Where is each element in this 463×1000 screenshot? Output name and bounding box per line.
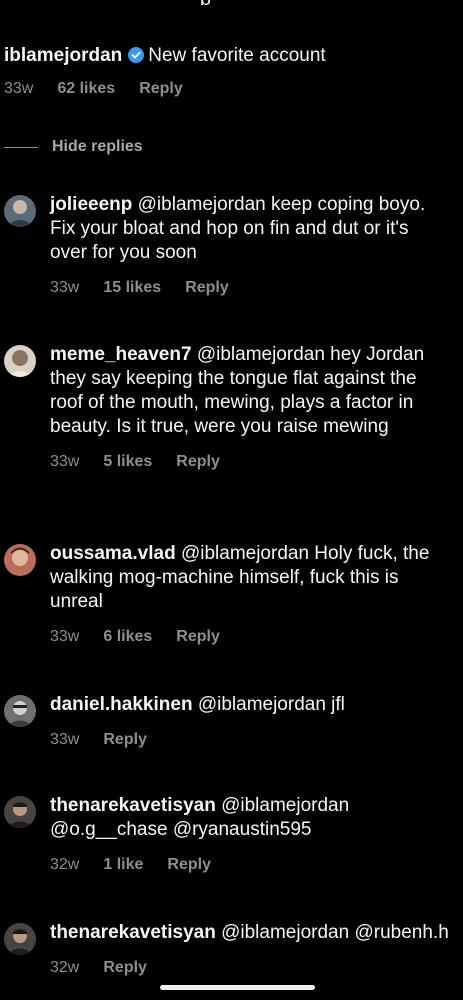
comment-meta: 33w 6 likes Reply bbox=[50, 628, 450, 646]
cropped-glyph: ɒ bbox=[200, 0, 211, 8]
likes-count[interactable]: 1 like bbox=[103, 856, 143, 874]
avatar[interactable] bbox=[4, 345, 36, 377]
comment-username[interactable]: thenarekavetisyan bbox=[50, 795, 216, 816]
reply-line: thenarekavetisyan @iblamejordan @rubenh.… bbox=[50, 921, 450, 945]
reply-button[interactable]: Reply bbox=[103, 959, 147, 977]
comment-text: @iblamejordan jfl bbox=[197, 694, 345, 715]
reply-line: meme_heaven7 @iblamejordan hey Jordan th… bbox=[50, 343, 450, 439]
reply-line: jolieeenp @iblamejordan keep coping boyo… bbox=[50, 193, 450, 265]
reply-button[interactable]: Reply bbox=[176, 453, 220, 471]
hide-replies-dash bbox=[4, 146, 38, 148]
parent-comment-line: iblamejordan New favorite account bbox=[4, 42, 459, 70]
reply-body: thenarekavetisyan @iblamejordan @rubenh.… bbox=[50, 921, 450, 977]
previous-content-sliver: ɒ bbox=[0, 0, 463, 8]
avatar[interactable] bbox=[4, 796, 36, 828]
reply-button[interactable]: Reply bbox=[167, 856, 211, 874]
comment-meta: 33w 62 likes Reply bbox=[4, 80, 459, 98]
reply-button[interactable]: Reply bbox=[139, 80, 183, 98]
reply-body: daniel.hakkinen @iblamejordan jfl 33w Re… bbox=[50, 693, 450, 749]
comment-text: @iblamejordan @rubenh.h bbox=[221, 922, 449, 943]
reply-line: daniel.hakkinen @iblamejordan jfl bbox=[50, 693, 450, 717]
comment-username[interactable]: oussama.vlad bbox=[50, 543, 176, 564]
reply-button[interactable]: Reply bbox=[103, 731, 147, 749]
home-indicator[interactable] bbox=[160, 985, 315, 990]
comment-text: New favorite account bbox=[148, 45, 326, 66]
comment-meta: 33w 5 likes Reply bbox=[50, 453, 450, 471]
hide-replies-button[interactable]: Hide replies bbox=[4, 138, 143, 156]
reply-button[interactable]: Reply bbox=[176, 628, 220, 646]
likes-count[interactable]: 62 likes bbox=[57, 80, 115, 98]
comment-time: 33w bbox=[50, 628, 80, 645]
comment-meta: 32w 1 like Reply bbox=[50, 856, 450, 874]
reply-line: oussama.vlad @iblamejordan Holy fuck, th… bbox=[50, 542, 450, 614]
avatar[interactable] bbox=[4, 923, 36, 955]
comment-username[interactable]: jolieeenp bbox=[50, 194, 132, 215]
comment-meta: 33w 15 likes Reply bbox=[50, 279, 450, 297]
comment-meta: 32w Reply bbox=[50, 959, 450, 977]
likes-count[interactable]: 15 likes bbox=[103, 279, 161, 297]
likes-count[interactable]: 5 likes bbox=[103, 453, 152, 471]
reply-body: jolieeenp @iblamejordan keep coping boyo… bbox=[50, 193, 450, 297]
avatar[interactable] bbox=[4, 695, 36, 727]
likes-count[interactable]: 6 likes bbox=[103, 628, 152, 646]
reply-body: oussama.vlad @iblamejordan Holy fuck, th… bbox=[50, 542, 450, 646]
hide-replies-label: Hide replies bbox=[52, 138, 143, 155]
comment-time: 33w bbox=[4, 80, 34, 97]
reply-body: thenarekavetisyan @iblamejordan @o.g__ch… bbox=[50, 794, 450, 874]
comment-meta: 33w Reply bbox=[50, 731, 450, 749]
parent-comment: iblamejordan New favorite account 33w 62 … bbox=[4, 42, 459, 98]
comment-username[interactable]: thenarekavetisyan bbox=[50, 922, 216, 943]
comment-time: 33w bbox=[50, 731, 80, 748]
comment-time: 32w bbox=[50, 959, 80, 976]
reply-line: thenarekavetisyan @iblamejordan @o.g__ch… bbox=[50, 794, 450, 842]
avatar[interactable] bbox=[4, 195, 36, 227]
reply-button[interactable]: Reply bbox=[185, 279, 229, 297]
avatar[interactable] bbox=[4, 544, 36, 576]
verified-badge-icon bbox=[128, 47, 145, 63]
comment-time: 33w bbox=[50, 453, 80, 470]
reply-body: meme_heaven7 @iblamejordan hey Jordan th… bbox=[50, 343, 450, 471]
comment-username[interactable]: iblamejordan bbox=[4, 45, 122, 66]
comment-username[interactable]: daniel.hakkinen bbox=[50, 694, 193, 715]
comment-time: 32w bbox=[50, 856, 80, 873]
comment-username[interactable]: meme_heaven7 bbox=[50, 344, 192, 365]
comment-time: 33w bbox=[50, 279, 80, 296]
